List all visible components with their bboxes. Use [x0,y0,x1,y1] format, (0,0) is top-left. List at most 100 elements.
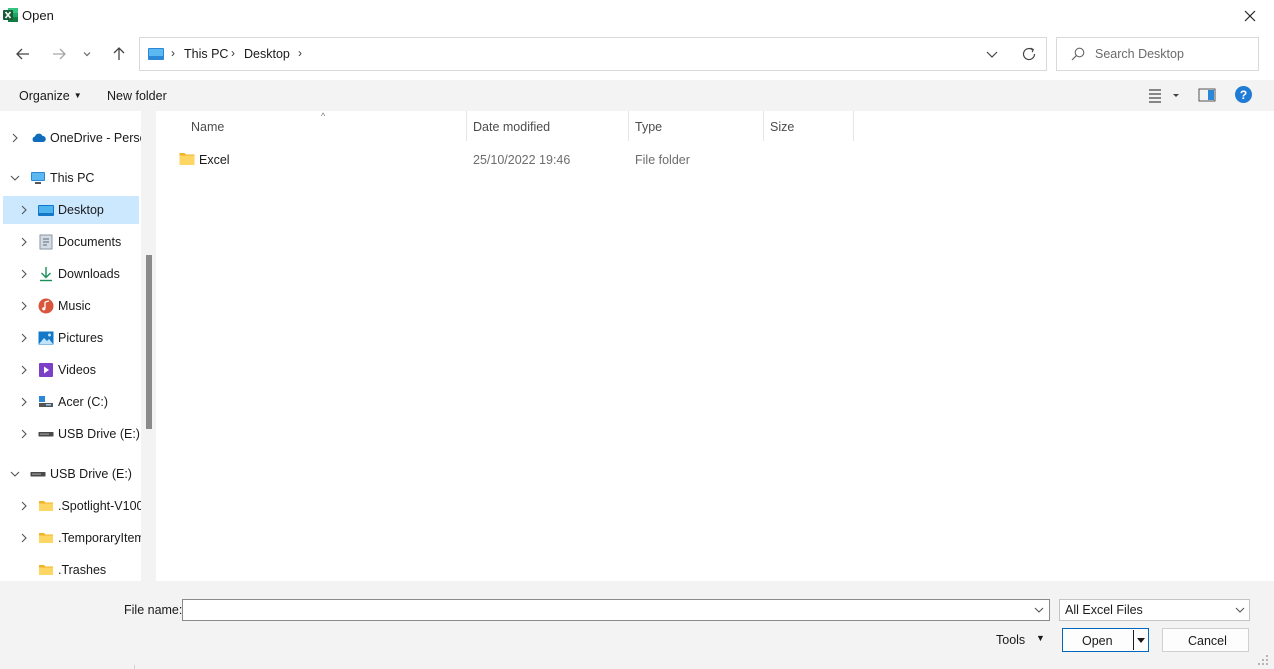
chevron-right-icon[interactable] [18,363,30,377]
sidebar-item-label: .TemporaryItems [58,531,141,545]
folder-icon [179,153,195,165]
chevron-down-icon [83,52,91,57]
column-header-size[interactable]: Size [764,111,854,141]
videos-icon [39,363,53,377]
address-bar[interactable]: › This PC › Desktop › [139,37,1047,71]
file-name-input[interactable] [187,602,1017,618]
open-button[interactable]: Open [1062,628,1149,652]
caret-down-icon: ▼ [1036,633,1045,643]
resize-grip-icon[interactable] [1256,653,1270,667]
sidebar-item-acer-c[interactable]: Acer (C:) [3,388,139,416]
column-header-label: Size [770,120,795,134]
chevron-right-icon[interactable] [9,131,21,145]
sidebar-item-trashes[interactable]: .Trashes [3,556,139,581]
file-type: File folder [635,153,690,167]
column-header-label: Name [191,120,225,134]
caret-down-icon[interactable] [1136,634,1146,646]
sort-ascending-icon: ^ [321,111,326,121]
sidebar-item-label: Desktop [58,203,104,217]
arrow-right-icon [53,48,66,60]
chevron-right-icon[interactable] [18,395,30,409]
view-list-icon[interactable] [1145,86,1183,104]
breadcrumb-this-pc[interactable]: This PC [184,47,228,61]
sidebar-item-label: USB Drive (E:) [58,427,140,441]
breadcrumb-separator[interactable]: › [171,46,175,60]
drive-icon [39,396,53,407]
chevron-right-icon[interactable] [18,267,30,281]
arrow-left-icon [16,48,29,60]
preview-pane-icon[interactable] [1198,87,1216,103]
sidebar-item-music[interactable]: Music [3,292,139,320]
file-type-select[interactable]: All Excel Files [1059,599,1250,621]
sidebar-item-desktop[interactable]: Desktop [3,196,139,224]
chevron-right-icon[interactable] [18,299,30,313]
organize-button[interactable]: Organize ▼ [12,87,89,105]
chevron-right-icon[interactable] [18,235,30,249]
search-input[interactable] [1095,44,1250,64]
usb-drive-icon [38,432,54,437]
breadcrumb-separator[interactable]: › [298,46,302,60]
chevron-down-icon[interactable] [1033,604,1045,616]
sidebar-item-temporaryitems[interactable]: .TemporaryItems [3,524,141,552]
chevron-right-icon[interactable] [18,531,30,545]
sidebar-item-usb-drive[interactable]: USB Drive (E:) [3,420,140,448]
sidebar-item-videos[interactable]: Videos [3,356,139,384]
cancel-button[interactable]: Cancel [1162,628,1249,652]
breadcrumb-desktop[interactable]: Desktop [244,47,290,61]
file-type-value: All Excel Files [1065,603,1143,617]
sidebar-item-spotlight[interactable]: .Spotlight-V100 [3,492,141,520]
sidebar-item-label: .Spotlight-V100 [58,499,141,513]
chevron-right-icon[interactable] [18,203,30,217]
sidebar-item-label: This PC [50,171,95,185]
up-button[interactable] [108,42,130,66]
file-name-combobox[interactable] [182,599,1050,621]
open-label: Open [1082,634,1113,648]
arrow-up-icon [113,47,125,60]
help-button[interactable]: ? [1235,86,1252,103]
chevron-down-icon[interactable] [984,46,1000,62]
table-row[interactable]: Excel 25/10/2022 19:46 File folder [170,147,730,173]
split-divider [1133,630,1134,650]
chevron-down-icon[interactable] [9,467,21,481]
column-header-type[interactable]: Type [629,111,764,141]
new-folder-button[interactable]: New folder [100,87,174,105]
sidebar-item-label: OneDrive - Perso [50,131,141,145]
navigation-tree: OneDrive - Perso This PC Desktop Documen… [0,111,141,581]
tools-label: Tools [996,633,1026,647]
desktop-icon [148,48,164,60]
sidebar-item-usb-drive-root[interactable]: USB Drive (E:) [3,460,139,488]
back-button[interactable] [12,42,34,66]
sidebar-item-label: Documents [58,235,122,249]
column-header-date-modified[interactable]: Date modified [467,111,629,141]
dialog-footer: File name: All Excel Files Tools ▼ Open … [0,581,1274,669]
chevron-right-icon[interactable] [18,331,30,345]
chevron-down-icon[interactable] [9,171,21,185]
sidebar-item-this-pc[interactable]: This PC [3,164,139,192]
sidebar-item-label: Acer (C:) [58,395,108,409]
search-icon [1071,47,1085,61]
caret-down-icon: ▼ [73,91,82,100]
sidebar-item-label: Music [58,299,91,313]
chevron-right-icon[interactable] [18,427,30,441]
refresh-icon[interactable] [1020,45,1038,63]
file-list: Name ^ Date modified Type Size Excel 25/… [158,111,1274,581]
column-header-name[interactable]: Name [185,111,467,141]
breadcrumb-separator[interactable]: › [231,46,235,60]
window-title: Open [22,8,54,23]
file-date-modified: 25/10/2022 19:46 [473,153,571,167]
file-name: Excel [199,153,230,167]
sidebar-item-label: USB Drive (E:) [50,467,132,481]
chevron-right-icon[interactable] [18,499,30,513]
forward-button[interactable] [48,42,70,66]
sidebar-item-pictures[interactable]: Pictures [3,324,139,352]
tools-button[interactable]: Tools ▼ [988,629,1052,651]
sidebar-item-documents[interactable]: Documents [3,228,139,256]
search-box[interactable] [1056,37,1259,71]
recent-locations-button[interactable] [78,42,96,66]
sidebar-item-label: Videos [58,363,96,377]
scrollbar-thumb[interactable] [146,255,152,429]
sidebar-item-label: .Trashes [58,563,107,577]
sidebar-item-onedrive[interactable]: OneDrive - Perso [3,124,141,152]
sidebar-item-downloads[interactable]: Downloads [3,260,139,288]
close-button[interactable] [1234,3,1266,29]
